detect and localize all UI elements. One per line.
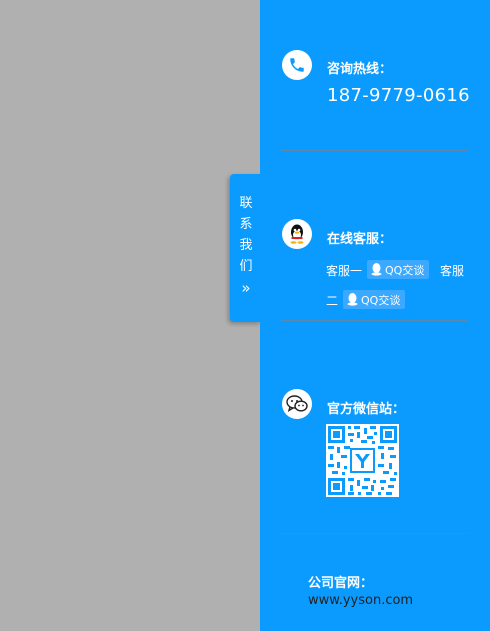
qq-chat-label: QQ交谈 <box>385 263 425 277</box>
online-service-label: 在线客服： <box>327 232 393 247</box>
website-label: 公司官网： <box>308 576 374 591</box>
service-two-label-part2: 二 <box>326 294 339 308</box>
service-one-label: 客服一 <box>326 264 363 278</box>
wechat-label: 官方微信站： <box>327 402 406 417</box>
background-page <box>0 0 260 631</box>
tab-char: 我 <box>239 238 253 253</box>
divider <box>282 150 468 151</box>
qq-chat-button[interactable]: QQ交谈 <box>343 290 406 309</box>
wechat-qr-code <box>326 424 399 497</box>
contact-panel: 咨询热线： 187-9779-0616 在线客服： 客服一 QQ交谈 客服 二 … <box>260 0 490 631</box>
website-link[interactable]: www.yyson.com <box>308 593 413 608</box>
tab-char: 们 <box>239 259 253 274</box>
wechat-icon <box>282 389 312 419</box>
hotline-label: 咨询热线： <box>327 62 393 77</box>
divider <box>282 533 468 534</box>
qq-penguin-icon <box>282 219 312 249</box>
contact-us-tab[interactable]: 联 系 我 们 » <box>230 174 262 322</box>
hotline-phone[interactable]: 187-9779-0616 <box>327 85 470 106</box>
qq-chat-label: QQ交谈 <box>361 293 401 307</box>
tab-char: 联 <box>239 196 253 211</box>
phone-icon <box>282 50 312 80</box>
qq-icon <box>347 293 358 306</box>
divider <box>282 320 468 321</box>
qq-chat-button[interactable]: QQ交谈 <box>367 260 430 279</box>
service-two-label-part1: 客服 <box>440 264 465 278</box>
qq-icon <box>371 263 382 276</box>
tab-char: 系 <box>239 217 253 232</box>
double-chevron-icon: » <box>241 279 251 297</box>
